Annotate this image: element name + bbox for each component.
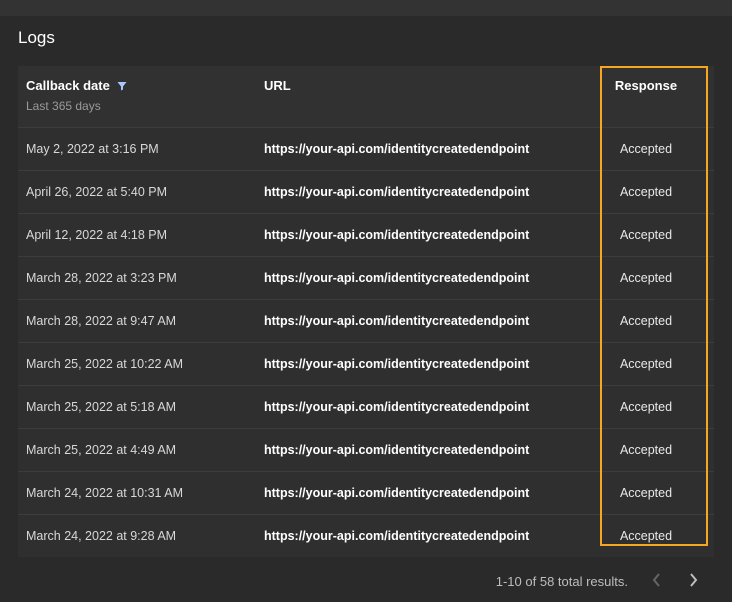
table-header-row: Callback date Last 365 days URL Response — [18, 66, 714, 127]
panel-title: Logs — [18, 28, 714, 48]
header-callback-date[interactable]: Callback date Last 365 days — [26, 78, 264, 113]
cell-date: April 26, 2022 at 5:40 PM — [26, 185, 264, 199]
chevron-right-icon — [688, 573, 698, 590]
cell-url: https://your-api.com/identitycreatedendp… — [264, 486, 586, 500]
table-row[interactable]: April 12, 2022 at 4:18 PMhttps://your-ap… — [18, 213, 714, 256]
cell-response: Accepted — [586, 314, 706, 328]
cell-response: Accepted — [586, 486, 706, 500]
header-url-label: URL — [264, 78, 291, 93]
cell-response: Accepted — [586, 228, 706, 242]
pagination-text: 1-10 of 58 total results. — [496, 574, 628, 589]
header-response-label: Response — [615, 78, 677, 93]
table-row[interactable]: March 25, 2022 at 10:22 AMhttps://your-a… — [18, 342, 714, 385]
cell-response: Accepted — [586, 529, 706, 543]
table-row[interactable]: March 24, 2022 at 10:31 AMhttps://your-a… — [18, 471, 714, 514]
cell-date: May 2, 2022 at 3:16 PM — [26, 142, 264, 156]
cell-date: March 24, 2022 at 10:31 AM — [26, 486, 264, 500]
header-date-subtext: Last 365 days — [26, 99, 264, 113]
cell-response: Accepted — [586, 271, 706, 285]
cell-date: March 28, 2022 at 9:47 AM — [26, 314, 264, 328]
cell-date: March 28, 2022 at 3:23 PM — [26, 271, 264, 285]
cell-date: March 25, 2022 at 4:49 AM — [26, 443, 264, 457]
cell-url: https://your-api.com/identitycreatedendp… — [264, 185, 586, 199]
cell-date: March 25, 2022 at 5:18 AM — [26, 400, 264, 414]
chevron-left-icon — [652, 573, 662, 590]
cell-date: March 24, 2022 at 9:28 AM — [26, 529, 264, 543]
cell-url: https://your-api.com/identitycreatedendp… — [264, 142, 586, 156]
logs-table: Callback date Last 365 days URL Response… — [18, 66, 714, 557]
cell-date: April 12, 2022 at 4:18 PM — [26, 228, 264, 242]
header-date-label: Callback date — [26, 78, 110, 93]
cell-url: https://your-api.com/identitycreatedendp… — [264, 443, 586, 457]
table-row[interactable]: March 25, 2022 at 5:18 AMhttps://your-ap… — [18, 385, 714, 428]
top-bar — [0, 0, 732, 16]
table-row[interactable]: March 24, 2022 at 9:28 AMhttps://your-ap… — [18, 514, 714, 557]
cell-url: https://your-api.com/identitycreatedendp… — [264, 400, 586, 414]
table-row[interactable]: March 25, 2022 at 4:49 AMhttps://your-ap… — [18, 428, 714, 471]
cell-url: https://your-api.com/identitycreatedendp… — [264, 228, 586, 242]
filter-icon[interactable] — [116, 80, 128, 92]
cell-response: Accepted — [586, 142, 706, 156]
table-body: May 2, 2022 at 3:16 PMhttps://your-api.c… — [18, 127, 714, 557]
header-response[interactable]: Response — [586, 78, 706, 93]
cell-response: Accepted — [586, 443, 706, 457]
cell-response: Accepted — [586, 185, 706, 199]
cell-url: https://your-api.com/identitycreatedendp… — [264, 529, 586, 543]
cell-url: https://your-api.com/identitycreatedendp… — [264, 314, 586, 328]
prev-page-button[interactable] — [650, 571, 664, 592]
cell-url: https://your-api.com/identitycreatedendp… — [264, 271, 586, 285]
pagination: 1-10 of 58 total results. — [18, 557, 714, 592]
table-row[interactable]: April 26, 2022 at 5:40 PMhttps://your-ap… — [18, 170, 714, 213]
next-page-button[interactable] — [686, 571, 700, 592]
logs-panel: Logs Callback date Last 365 days URL Res… — [0, 16, 732, 592]
cell-response: Accepted — [586, 400, 706, 414]
table-row[interactable]: March 28, 2022 at 3:23 PMhttps://your-ap… — [18, 256, 714, 299]
cell-date: March 25, 2022 at 10:22 AM — [26, 357, 264, 371]
table-row[interactable]: March 28, 2022 at 9:47 AMhttps://your-ap… — [18, 299, 714, 342]
cell-url: https://your-api.com/identitycreatedendp… — [264, 357, 586, 371]
cell-response: Accepted — [586, 357, 706, 371]
header-url[interactable]: URL — [264, 78, 586, 93]
table-row[interactable]: May 2, 2022 at 3:16 PMhttps://your-api.c… — [18, 127, 714, 170]
